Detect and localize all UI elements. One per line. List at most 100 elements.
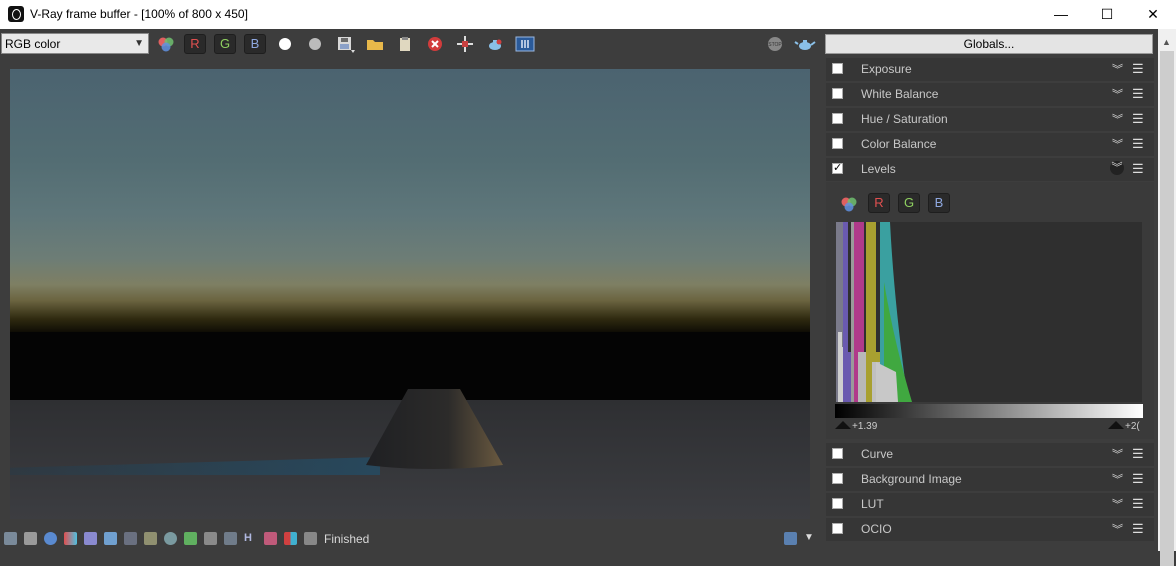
levels-red-button[interactable]: R	[868, 193, 890, 213]
globals-button[interactable]: Globals...	[825, 34, 1153, 54]
menu-icon[interactable]: ☰	[1132, 496, 1144, 512]
panel-scrollbar[interactable]: ▲	[1158, 29, 1176, 566]
clear-image-icon[interactable]	[424, 34, 446, 54]
histogram-icon[interactable]	[124, 532, 137, 545]
menu-icon[interactable]: ☰	[1132, 446, 1144, 462]
white-point-slider-icon[interactable]	[1108, 421, 1124, 429]
menu-icon[interactable]: ☰	[1132, 61, 1144, 77]
expand-chevron-icon[interactable]: ︾	[1112, 521, 1123, 537]
close-button[interactable]: ✕	[1130, 0, 1176, 29]
expand-chevron-icon[interactable]: ︾	[1112, 446, 1123, 462]
expand-chevron-icon[interactable]: ︾	[1112, 86, 1123, 102]
chevron-down-icon: ▼	[134, 38, 144, 49]
layer-checkbox[interactable]	[832, 473, 843, 484]
mono-icon[interactable]	[304, 34, 326, 54]
layer-row-ocio[interactable]: OCIO ︾ ☰	[826, 518, 1154, 541]
channel-select-value: RGB color	[5, 37, 61, 51]
h-letter-icon[interactable]: H	[244, 532, 257, 545]
layer-row-exposure[interactable]: Exposure ︾ ☰	[826, 58, 1154, 81]
teapot-render-icon[interactable]	[794, 34, 816, 54]
layer-row-curve[interactable]: Curve ︾ ☰	[826, 443, 1154, 466]
color-correct-icon[interactable]	[64, 532, 77, 545]
layer-checkbox[interactable]	[832, 448, 843, 459]
layer-checkbox[interactable]	[832, 63, 843, 74]
status-text: Finished	[324, 532, 370, 546]
image-icon[interactable]	[184, 532, 197, 545]
layer-label: Background Image	[861, 472, 962, 486]
layer-row-white-balance[interactable]: White Balance ︾ ☰	[826, 83, 1154, 106]
scrollbar-thumb[interactable]	[1160, 51, 1174, 566]
levels-high-value: +2(	[1125, 421, 1140, 432]
rgb-channels-icon[interactable]	[155, 34, 177, 54]
minimize-button[interactable]: —	[1038, 0, 1084, 29]
layer-label: Exposure	[861, 62, 912, 76]
collapse-chevron-icon[interactable]: ︾	[1110, 161, 1124, 175]
levels-green-button[interactable]: G	[898, 193, 920, 213]
layer-checkbox-checked[interactable]: ✓	[832, 163, 843, 174]
layer-checkbox[interactable]	[832, 88, 843, 99]
render-viewport[interactable]	[10, 69, 810, 519]
compare-ab-icon[interactable]	[514, 34, 536, 54]
pin-icon[interactable]	[304, 532, 317, 545]
clipboard-icon[interactable]	[394, 34, 416, 54]
split-icon[interactable]	[284, 532, 297, 545]
layer-row-color-balance[interactable]: Color Balance ︾ ☰	[826, 133, 1154, 156]
layer-row-hue-saturation[interactable]: Hue / Saturation ︾ ☰	[826, 108, 1154, 131]
layer-checkbox[interactable]	[832, 498, 843, 509]
layer-label: Color Balance	[861, 137, 937, 151]
expand-chevron-icon[interactable]: ︾	[1112, 496, 1123, 512]
menu-icon[interactable]: ☰	[1132, 111, 1144, 127]
levels-rgb-icon[interactable]	[838, 194, 860, 214]
title-bar: V-Ray frame buffer - [100% of 800 x 450]…	[0, 0, 1176, 29]
layer-label: Curve	[861, 447, 894, 461]
blue-channel-button[interactable]: B	[244, 34, 266, 54]
lens-effects-icon[interactable]	[84, 532, 97, 545]
menu-icon[interactable]: ☰	[1132, 161, 1144, 177]
levels-histogram[interactable]	[836, 222, 1142, 402]
panel-toggle-icon[interactable]	[4, 532, 17, 545]
black-point-slider-icon[interactable]	[835, 421, 851, 429]
layer-row-background-image[interactable]: Background Image ︾ ☰	[826, 468, 1154, 491]
stripes-icon[interactable]	[144, 532, 157, 545]
layer-row-lut[interactable]: LUT ︾ ☰	[826, 493, 1154, 516]
history-icon[interactable]	[24, 532, 37, 545]
levels-gradient-bar	[835, 404, 1143, 418]
save-icon[interactable]	[334, 34, 356, 54]
channel-select[interactable]: RGB color ▼	[1, 33, 149, 54]
levels-low-value: +1.39	[852, 421, 878, 432]
chevron-down-icon[interactable]: ▼	[804, 532, 817, 545]
aperture-icon[interactable]	[164, 532, 177, 545]
maximize-button[interactable]: ☐	[1084, 0, 1130, 29]
expand-chevron-icon[interactable]: ︾	[1112, 471, 1123, 487]
lut-icon[interactable]	[224, 532, 237, 545]
compare-icon[interactable]	[264, 532, 277, 545]
layer-checkbox[interactable]	[832, 138, 843, 149]
red-channel-button[interactable]: R	[184, 34, 206, 54]
layer-checkbox[interactable]	[832, 523, 843, 534]
expand-chevron-icon[interactable]: ︾	[1112, 61, 1123, 77]
layer-checkbox[interactable]	[832, 113, 843, 124]
menu-icon[interactable]: ☰	[1132, 521, 1144, 537]
layer-row-levels[interactable]: ✓ Levels ︾ ☰	[826, 158, 1154, 181]
menu-icon[interactable]: ☰	[1132, 471, 1144, 487]
menu-icon[interactable]: ☰	[1132, 136, 1144, 152]
scroll-up-icon[interactable]: ▲	[1162, 37, 1171, 47]
expand-chevron-icon[interactable]: ︾	[1112, 136, 1123, 152]
render-sky	[10, 69, 810, 332]
green-channel-button[interactable]: G	[214, 34, 236, 54]
info-icon[interactable]	[44, 532, 57, 545]
menu-icon[interactable]: ☰	[1132, 86, 1144, 102]
expand-chevron-icon[interactable]: ︾	[1112, 111, 1123, 127]
layer-label: Levels	[861, 162, 896, 176]
panel-layout-icon[interactable]	[784, 532, 797, 545]
levels-blue-button[interactable]: B	[928, 193, 950, 213]
curve-icon[interactable]	[204, 532, 217, 545]
white-alpha-icon[interactable]	[274, 34, 296, 54]
open-folder-icon[interactable]	[364, 34, 386, 54]
render-teapot-icon[interactable]	[484, 34, 506, 54]
render-cone	[366, 389, 503, 469]
vray-logo-icon	[8, 6, 24, 22]
stamp-icon[interactable]	[104, 532, 117, 545]
stop-render-icon[interactable]: STOP	[764, 34, 786, 54]
track-mouse-icon[interactable]	[454, 34, 476, 54]
